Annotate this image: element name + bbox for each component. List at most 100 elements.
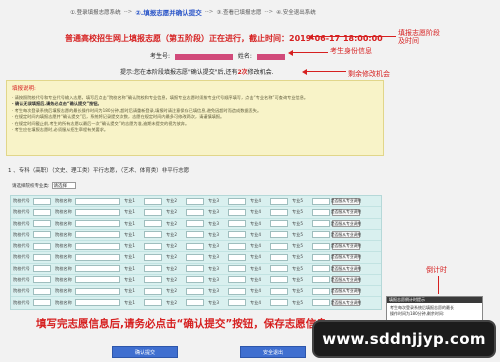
major-input[interactable] <box>270 242 288 250</box>
school-code-input[interactable] <box>33 197 51 205</box>
major-input[interactable] <box>312 220 330 228</box>
school-name-input[interactable] <box>75 242 120 250</box>
major-input[interactable] <box>270 208 288 216</box>
major-input[interactable] <box>270 287 288 295</box>
major-input[interactable] <box>228 197 246 205</box>
major-input[interactable] <box>186 299 204 307</box>
school-code-input[interactable] <box>33 299 51 307</box>
adjust-option-button[interactable]: 是否服从专业调剂 <box>331 287 361 295</box>
step-4: ④.安全退出系统 <box>276 10 316 16</box>
major-input[interactable] <box>312 253 330 261</box>
callout-arrow <box>308 33 396 40</box>
category-select[interactable]: 请选择 <box>51 182 76 189</box>
school-name-input[interactable] <box>75 208 120 216</box>
major-input[interactable] <box>144 197 162 205</box>
major-input[interactable] <box>312 231 330 239</box>
school-name-input[interactable] <box>75 253 120 261</box>
major-input[interactable] <box>228 242 246 250</box>
school-name-label: 院校名称 <box>55 243 72 249</box>
section-title: 1 、专科（高职）（文史、理工类）平行志愿，（艺术、体育类）非平行志愿 <box>8 168 190 174</box>
major-input[interactable] <box>312 276 330 284</box>
major-input[interactable] <box>228 231 246 239</box>
major-input[interactable] <box>270 276 288 284</box>
school-name-input[interactable] <box>75 299 120 307</box>
major-input[interactable] <box>228 208 246 216</box>
major-input[interactable] <box>186 220 204 228</box>
school-code-input[interactable] <box>33 265 51 273</box>
major-input[interactable] <box>312 265 330 273</box>
adjust-option-button[interactable]: 是否服从专业调剂 <box>331 253 361 261</box>
school-name-input[interactable] <box>75 265 120 273</box>
adjust-option-button[interactable]: 是否服从专业调剂 <box>331 231 361 239</box>
major-input[interactable] <box>270 265 288 273</box>
school-name-input[interactable] <box>75 231 120 239</box>
major-label: 专业4 <box>250 209 262 215</box>
school-code-input[interactable] <box>33 220 51 228</box>
major-input[interactable] <box>228 265 246 273</box>
major-input[interactable] <box>144 299 162 307</box>
school-name-input[interactable] <box>75 287 120 295</box>
major-input[interactable] <box>144 265 162 273</box>
school-code-input[interactable] <box>33 242 51 250</box>
school-code-input[interactable] <box>33 231 51 239</box>
major-input[interactable] <box>228 220 246 228</box>
school-name-input[interactable] <box>75 276 120 284</box>
major-input[interactable] <box>270 253 288 261</box>
major-input[interactable] <box>144 208 162 216</box>
major-label: 专业5 <box>292 276 304 282</box>
major-input[interactable] <box>186 197 204 205</box>
school-code-label: 院校代号 <box>13 231 30 237</box>
major-input[interactable] <box>312 208 330 216</box>
major-input[interactable] <box>186 231 204 239</box>
adjust-option-button[interactable]: 是否服从专业调剂 <box>331 208 361 216</box>
major-input[interactable] <box>312 242 330 250</box>
major-input[interactable] <box>144 287 162 295</box>
adjust-option-button[interactable]: 是否服从专业调剂 <box>331 276 361 284</box>
school-name-label: 院校名称 <box>55 231 72 237</box>
instructions-title: 填报说明: <box>12 86 36 92</box>
major-input[interactable] <box>270 220 288 228</box>
major-input[interactable] <box>144 231 162 239</box>
volunteer-row: 院校代号 院校名称 专业1 专业2 专业3 专业4 专业5 是否服从专业调剂 <box>11 207 381 219</box>
adjust-option-button[interactable]: 是否服从专业调剂 <box>331 242 361 250</box>
major-input[interactable] <box>312 287 330 295</box>
major-input[interactable] <box>312 299 330 307</box>
major-input[interactable] <box>186 276 204 284</box>
major-input[interactable] <box>186 287 204 295</box>
school-code-input[interactable] <box>33 253 51 261</box>
adjust-option-button[interactable]: 是否服从专业调剂 <box>331 220 361 228</box>
school-name-input[interactable] <box>75 197 120 205</box>
major-input[interactable] <box>228 276 246 284</box>
major-input[interactable] <box>228 253 246 261</box>
major-input[interactable] <box>228 287 246 295</box>
school-code-input[interactable] <box>33 287 51 295</box>
adjust-option-button[interactable]: 是否服从专业调剂 <box>331 197 361 205</box>
confirm-submit-button[interactable]: 确认提交 <box>112 346 178 358</box>
major-input[interactable] <box>270 197 288 205</box>
major-label: 专业5 <box>292 288 304 294</box>
major-input[interactable] <box>144 276 162 284</box>
school-code-input[interactable] <box>33 276 51 284</box>
major-label: 专业1 <box>124 265 136 271</box>
major-input[interactable] <box>312 197 330 205</box>
major-input[interactable] <box>270 231 288 239</box>
volunteer-row: 院校代号 院校名称 专业1 专业2 专业3 专业4 专业5 是否服从专业调剂 <box>11 196 381 208</box>
major-label: 专业4 <box>250 254 262 260</box>
major-input[interactable] <box>186 253 204 261</box>
major-input[interactable] <box>144 220 162 228</box>
adjust-option-button[interactable]: 是否服从专业调剂 <box>331 265 361 273</box>
major-input[interactable] <box>186 208 204 216</box>
school-code-label: 院校代号 <box>13 276 30 282</box>
school-name-input[interactable] <box>75 220 120 228</box>
school-code-input[interactable] <box>33 208 51 216</box>
major-input[interactable] <box>186 242 204 250</box>
major-input[interactable] <box>144 253 162 261</box>
adjust-option-button[interactable]: 是否服从专业调剂 <box>331 299 361 307</box>
major-input[interactable] <box>144 242 162 250</box>
popup-line: 操作时间为180分钟,剩余时间: <box>390 310 445 316</box>
major-input[interactable] <box>270 299 288 307</box>
major-input[interactable] <box>186 265 204 273</box>
safe-logout-button[interactable]: 安全退出 <box>240 346 306 358</box>
volunteer-entry-grid: 院校代号 院校名称 专业1 专业2 专业3 专业4 专业5 是否服从专业调剂 院校代号 院校名称专… <box>10 195 382 310</box>
major-input[interactable] <box>228 299 246 307</box>
